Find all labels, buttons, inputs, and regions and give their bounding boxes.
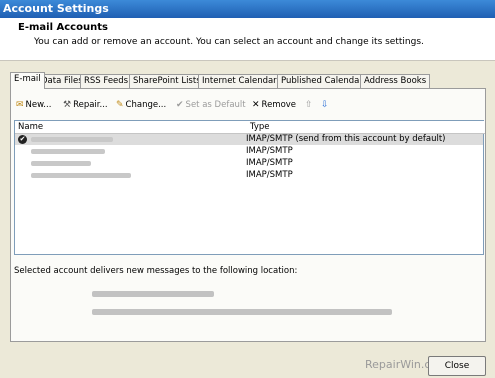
dialog-header: E-mail Accounts You can add or remove an… — [0, 18, 495, 61]
tab-rss-feeds[interactable]: RSS Feeds — [80, 74, 133, 88]
account-type: IMAP/SMTP (send from this account by def… — [246, 134, 446, 144]
check-circle-icon: ✔ — [176, 100, 184, 110]
repair-button-label: Repair... — [73, 100, 108, 110]
remove-button-label: Remove — [261, 100, 297, 110]
window-title: Account Settings — [3, 2, 109, 15]
account-type: IMAP/SMTP — [246, 158, 293, 168]
set-default-button-label: Set as Default — [185, 100, 246, 110]
default-account-icon: ✔ — [18, 135, 27, 144]
change-icon: ✎ — [116, 100, 124, 110]
set-default-button[interactable]: ✔ Set as Default — [176, 98, 246, 112]
move-down-button[interactable]: ⇩ — [321, 98, 331, 112]
arrow-down-icon: ⇩ — [321, 100, 329, 110]
repair-button[interactable]: ⚒ Repair... — [63, 98, 108, 112]
account-type: IMAP/SMTP — [246, 146, 293, 156]
tab-published-calendars[interactable]: Published Calendars — [277, 74, 372, 88]
change-button[interactable]: ✎ Change... — [116, 98, 166, 112]
title-bar: Account Settings — [0, 0, 495, 18]
move-up-button[interactable]: ⇧ — [305, 98, 315, 112]
account-name-redacted — [31, 149, 105, 154]
delivery-path-redacted — [92, 309, 392, 315]
accounts-list[interactable]: Name Type ✔ IMAP/SMTP (send from this ac… — [14, 120, 485, 255]
close-button[interactable]: Close — [428, 356, 486, 376]
column-header-type[interactable]: Type — [247, 121, 485, 134]
tab-sharepoint-lists[interactable]: SharePoint Lists — [129, 74, 205, 88]
remove-button[interactable]: ✕ Remove — [252, 98, 296, 112]
account-row[interactable]: ✔ IMAP/SMTP (send from this account by d… — [15, 134, 483, 145]
delivery-label: Selected account delivers new messages t… — [14, 266, 298, 276]
account-row[interactable]: IMAP/SMTP — [15, 170, 483, 181]
account-row[interactable]: IMAP/SMTP — [15, 158, 483, 169]
arrow-up-icon: ⇧ — [305, 100, 313, 110]
new-button-label: New... — [25, 100, 52, 110]
tab-email[interactable]: E-mail — [10, 72, 45, 89]
tab-address-books[interactable]: Address Books — [360, 74, 431, 88]
header-title: E-mail Accounts — [18, 22, 108, 33]
account-name-redacted — [31, 161, 91, 166]
change-button-label: Change... — [125, 100, 167, 110]
account-name-redacted — [31, 137, 113, 142]
delivery-account-redacted — [92, 291, 214, 297]
new-button[interactable]: ✉ New... — [16, 98, 51, 112]
account-row[interactable]: IMAP/SMTP — [15, 146, 483, 157]
account-type: IMAP/SMTP — [246, 170, 293, 180]
tab-internet-calendars[interactable]: Internet Calendars — [198, 74, 286, 88]
new-account-icon: ✉ — [16, 100, 24, 110]
remove-icon: ✕ — [252, 100, 260, 110]
column-header-name[interactable]: Name — [15, 121, 248, 134]
repair-icon: ⚒ — [63, 100, 72, 110]
header-subtitle: You can add or remove an account. You ca… — [34, 37, 424, 47]
account-name-redacted — [31, 173, 131, 178]
